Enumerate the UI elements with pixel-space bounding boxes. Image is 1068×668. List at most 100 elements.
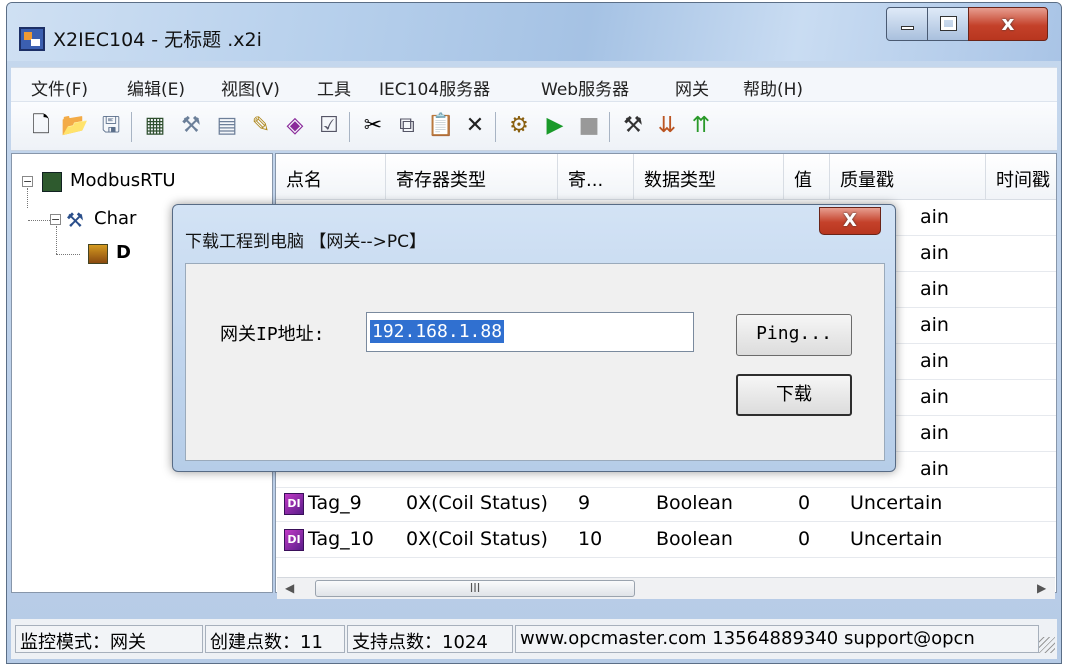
- address-cell: 10: [578, 528, 603, 550]
- config-icon[interactable]: ⚙: [505, 112, 533, 140]
- close-icon: x: [1001, 11, 1015, 35]
- add-channel-icon[interactable]: ⚒: [177, 112, 205, 140]
- delete-icon[interactable]: ✕: [461, 112, 489, 140]
- new-file-icon[interactable]: 🗋: [27, 112, 55, 140]
- cut-icon[interactable]: ✂: [359, 112, 387, 140]
- minimize-icon: [901, 26, 914, 30]
- expand-channel-icon[interactable]: −: [50, 214, 61, 225]
- tree-connector: [27, 188, 28, 208]
- menu-edit[interactable]: 编辑(E): [127, 75, 185, 100]
- minimize-button[interactable]: [886, 7, 928, 41]
- paste-icon[interactable]: 📋: [427, 112, 455, 140]
- expand-root-icon[interactable]: −: [22, 176, 33, 187]
- quality-cell: Uncertain: [850, 492, 943, 514]
- menu-view[interactable]: 视图(V): [221, 75, 280, 100]
- scroll-right-icon[interactable]: ▶: [1037, 581, 1046, 595]
- table-row[interactable]: DI Tag_9 0X(Coil Status) 9 Boolean 0 Unc…: [276, 486, 1056, 522]
- title-bar: X2IEC104 - 无标题 .x2i x: [7, 3, 1061, 61]
- window-title: X2IEC104 - 无标题 .x2i: [53, 29, 262, 51]
- ping-button[interactable]: Ping...: [736, 314, 852, 356]
- column-header-timestamp[interactable]: 时间戳: [986, 154, 1056, 200]
- status-bar: 监控模式：网关 创建点数：11 支持点数：1024 www.opcmaster.…: [11, 619, 1057, 659]
- tree-item-device[interactable]: D: [116, 242, 131, 263]
- quality-cell: ain: [920, 278, 949, 300]
- column-header-value[interactable]: 值: [784, 154, 830, 200]
- tree-connector: [56, 226, 57, 254]
- address-cell: 9: [578, 492, 591, 514]
- run-icon[interactable]: ▶: [541, 112, 569, 140]
- menu-iec104-server[interactable]: IEC104服务器: [379, 75, 490, 100]
- download-button[interactable]: 下载: [736, 374, 852, 416]
- horizontal-scrollbar[interactable]: ◀ III ▶: [277, 577, 1055, 599]
- toolbar-separator: [609, 112, 610, 142]
- ip-address-label: 网关IP地址:: [220, 324, 325, 345]
- copy-icon[interactable]: ⧉: [393, 112, 421, 140]
- column-header-name[interactable]: 点名: [276, 154, 386, 200]
- modbus-device-icon: [42, 172, 62, 192]
- app-icon: [19, 27, 45, 51]
- menu-gateway[interactable]: 网关: [675, 75, 709, 100]
- tree-item-root[interactable]: ModbusRTU: [70, 170, 176, 191]
- value-cell: 0: [798, 492, 811, 514]
- tree-connector: [28, 220, 50, 221]
- toolbar-separator: [131, 112, 132, 142]
- column-header-data-type[interactable]: 数据类型: [634, 154, 784, 200]
- column-header-address[interactable]: 寄...: [558, 154, 634, 200]
- toolbar-separator: [495, 112, 496, 142]
- quality-cell: ain: [920, 206, 949, 228]
- quality-cell: Uncertain: [850, 528, 943, 550]
- close-button[interactable]: x: [968, 7, 1048, 41]
- channel-icon: ⚒: [66, 208, 84, 232]
- open-folder-icon[interactable]: 📂: [61, 112, 89, 140]
- ip-address-value: 192.168.1.88: [370, 320, 505, 343]
- quality-cell: ain: [920, 350, 949, 372]
- quality-cell: ain: [920, 422, 949, 444]
- data-type-cell: Boolean: [656, 528, 733, 550]
- quality-cell: ain: [920, 386, 949, 408]
- status-contact: www.opcmaster.com 13564889340 support@op…: [515, 625, 1039, 653]
- menu-file[interactable]: 文件(F): [31, 75, 88, 100]
- add-device-icon[interactable]: ▦: [141, 112, 169, 140]
- add-multiple-tags-icon[interactable]: ◈: [281, 112, 309, 140]
- dialog-close-button[interactable]: X: [819, 207, 881, 235]
- tools-icon[interactable]: ⚒: [619, 112, 647, 140]
- status-supported-count: 支持点数：1024: [347, 625, 513, 653]
- table-row[interactable]: DI Tag_10 0X(Coil Status) 10 Boolean 0 U…: [276, 522, 1056, 558]
- maximize-icon: [940, 16, 957, 31]
- load-icon[interactable]: ⇊: [653, 112, 681, 140]
- quality-cell: ain: [920, 242, 949, 264]
- toolbar-separator: [349, 112, 350, 142]
- status-mode: 监控模式：网关: [15, 625, 203, 653]
- scroll-left-icon[interactable]: ◀: [285, 581, 294, 595]
- menu-tools[interactable]: 工具: [317, 75, 351, 100]
- save-icon[interactable]: 🖫: [97, 112, 125, 140]
- status-created-count: 创建点数：11: [205, 625, 345, 653]
- menu-help[interactable]: 帮助(H): [743, 75, 803, 100]
- upload-icon[interactable]: ⇈: [687, 112, 715, 140]
- maximize-button[interactable]: [927, 7, 969, 41]
- add-tag-icon[interactable]: ✎: [247, 112, 275, 140]
- dialog-body: 网关IP地址: 192.168.1.88 Ping... 下载: [185, 263, 885, 461]
- tag-icon: DI: [284, 493, 304, 515]
- menu-web-server[interactable]: Web服务器: [541, 75, 629, 100]
- scroll-thumb[interactable]: III: [315, 580, 635, 597]
- quality-cell: ain: [920, 314, 949, 336]
- quality-cell: ain: [920, 458, 949, 480]
- tag-icon: DI: [284, 529, 304, 551]
- ip-address-input[interactable]: 192.168.1.88: [366, 312, 694, 352]
- stop-icon[interactable]: ■: [575, 112, 603, 140]
- tree-connector: [56, 254, 80, 255]
- toolbar: 🗋 📂 🖫 ▦ ⚒ ▤ ✎ ◈ ☑ ✂ ⧉ 📋 ✕ ⚙ ▶ ■ ⚒ ⇊ ⇈: [11, 101, 1057, 151]
- register-type-cell: 0X(Coil Status): [406, 528, 548, 550]
- value-cell: 0: [798, 528, 811, 550]
- properties-icon[interactable]: ▤: [213, 112, 241, 140]
- resize-grip-icon[interactable]: [1039, 637, 1055, 653]
- column-header-register-type[interactable]: 寄存器类型: [386, 154, 558, 200]
- menu-bar: 文件(F) 编辑(E) 视图(V) 工具 IEC104服务器 Web服务器 网关…: [11, 67, 1057, 101]
- tag-name-cell: Tag_10: [308, 528, 374, 550]
- tree-item-channel[interactable]: Char: [94, 208, 136, 229]
- download-dialog: 下载工程到电脑 【网关-->PC】 X 网关IP地址: 192.168.1.88…: [172, 204, 896, 472]
- tag-properties-icon[interactable]: ☑: [315, 112, 343, 140]
- register-type-cell: 0X(Coil Status): [406, 492, 548, 514]
- column-header-quality[interactable]: 质量戳: [830, 154, 986, 200]
